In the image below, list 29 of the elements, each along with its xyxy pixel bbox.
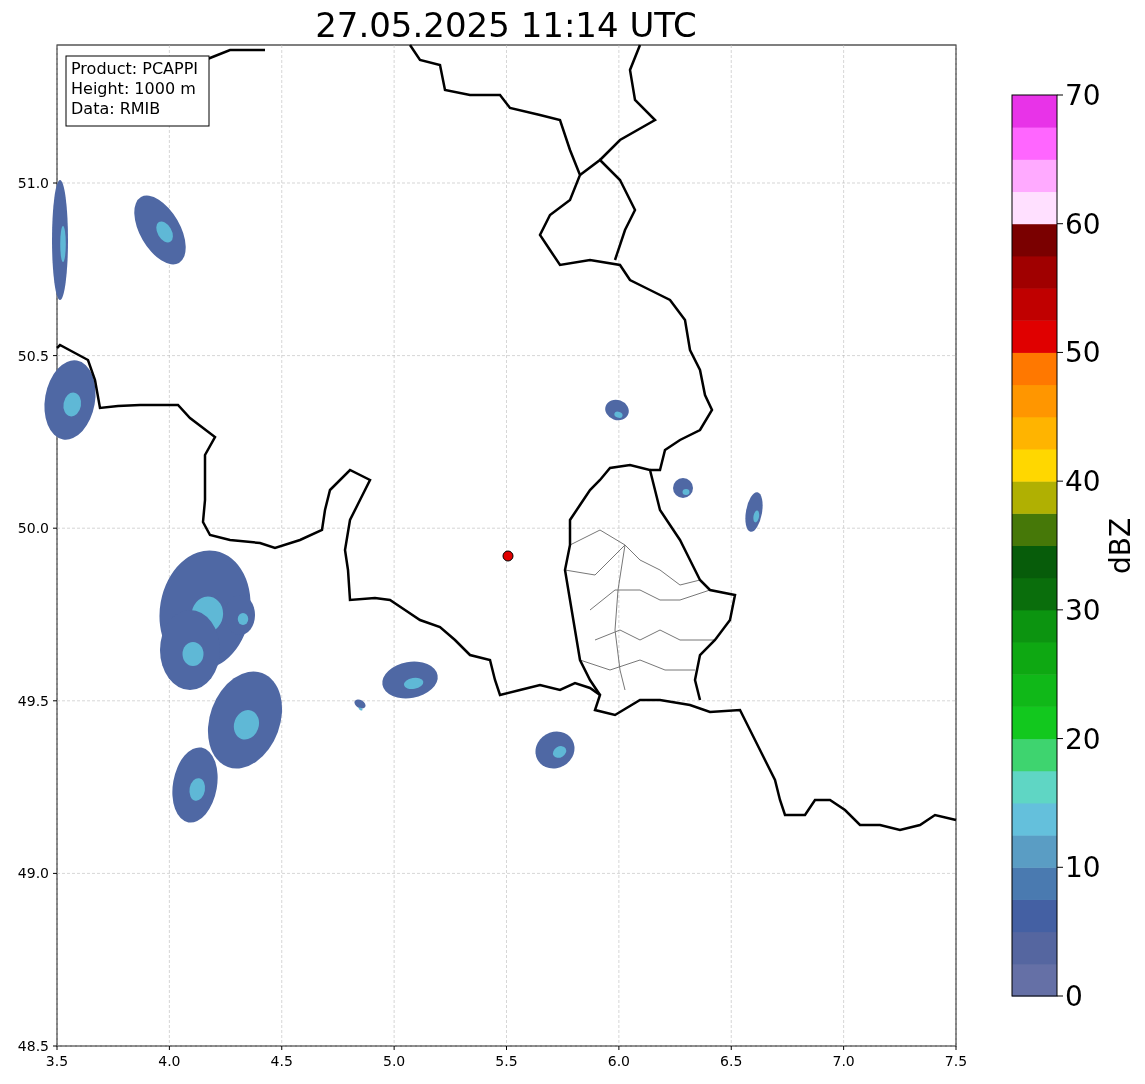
- colorbar-tick-label: 30: [1065, 593, 1101, 627]
- colorbar-tick-label: 0: [1065, 980, 1083, 1013]
- x-tick-label: 6.5: [720, 1053, 743, 1069]
- x-tick-label: 5.0: [383, 1053, 406, 1069]
- x-tick-label: 4.0: [158, 1053, 181, 1069]
- y-tick-label: 51.0: [17, 175, 49, 191]
- x-tick-label: 5.5: [495, 1053, 518, 1069]
- info-text: Height: 1000 m: [71, 79, 196, 98]
- x-tick-label: 6.0: [607, 1053, 630, 1069]
- x-tick-label: 7.5: [944, 1053, 968, 1069]
- colorbar-tick-label: 10: [1065, 851, 1101, 885]
- info-text: Product: PCAPPI: [71, 59, 198, 78]
- colorbar-tick-label: 60: [1065, 207, 1101, 241]
- y-tick-label: 50.0: [17, 520, 49, 537]
- x-tick-label: 7.0: [832, 1053, 855, 1069]
- x-tick-label: 4.5: [270, 1053, 293, 1069]
- chart-title: 27.05.2025 11:14 UTC: [315, 5, 697, 45]
- colorbar-tick-label: 70: [1065, 79, 1101, 112]
- y-tick-label: 49.0: [17, 865, 49, 882]
- x-tick-label: 3.5: [45, 1053, 69, 1069]
- y-tick-label: 50.5: [17, 347, 49, 364]
- y-tick-label: 49.5: [17, 692, 49, 709]
- colorbar-tick-label: 50: [1065, 336, 1101, 370]
- y-tick-label: 48.5: [17, 1038, 49, 1054]
- radar-site-marker: [502, 550, 514, 562]
- info-text: Data: RMIB: [71, 99, 161, 118]
- colorbar-tick-label: 20: [1065, 722, 1101, 756]
- colorbar-tick-label: 40: [1065, 465, 1101, 499]
- colorbar-label: dBZ: [1104, 517, 1137, 575]
